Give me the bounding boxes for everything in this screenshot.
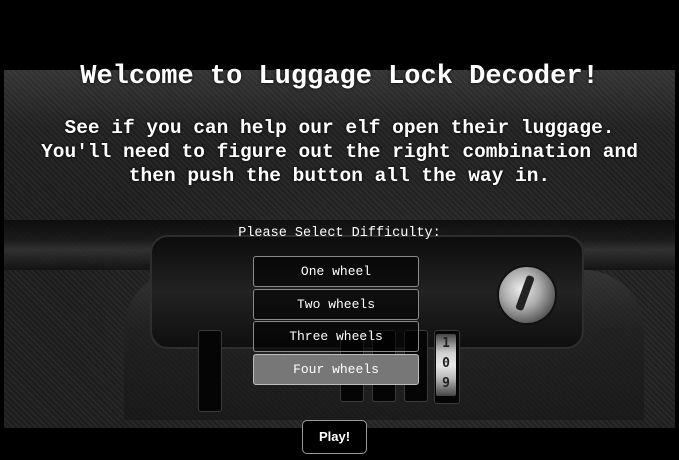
- difficulty-option-four-wheels[interactable]: Four wheels: [253, 353, 419, 385]
- lock-wheel-digit: 1: [442, 336, 450, 351]
- game-stage: 1 0 9 Welcome to Luggage Lock Decoder! S…: [0, 0, 679, 460]
- intro-line: You'll need to figure out the right comb…: [41, 141, 638, 163]
- intro-text: See if you can help our elf open their l…: [0, 116, 679, 188]
- lock-wheel-image: 1 0 9: [436, 334, 456, 396]
- lock-wheel-digit: 9: [442, 376, 450, 391]
- difficulty-label: Please Select Difficulty:: [238, 226, 441, 241]
- difficulty-option-one-wheel[interactable]: One wheel: [253, 256, 419, 287]
- difficulty-option-three-wheels[interactable]: Three wheels: [253, 321, 419, 352]
- lock-slot-left: [198, 330, 222, 412]
- intro-line: See if you can help our elf open their l…: [64, 117, 615, 139]
- lock-wheel-digit: 0: [442, 356, 450, 371]
- page-title: Welcome to Luggage Lock Decoder!: [80, 62, 599, 92]
- play-button[interactable]: Play!: [302, 420, 367, 454]
- intro-line: then push the button all the way in.: [128, 165, 551, 187]
- difficulty-option-two-wheels[interactable]: Two wheels: [253, 288, 419, 320]
- difficulty-select[interactable]: One wheel Two wheels Three wheels Four w…: [253, 256, 419, 386]
